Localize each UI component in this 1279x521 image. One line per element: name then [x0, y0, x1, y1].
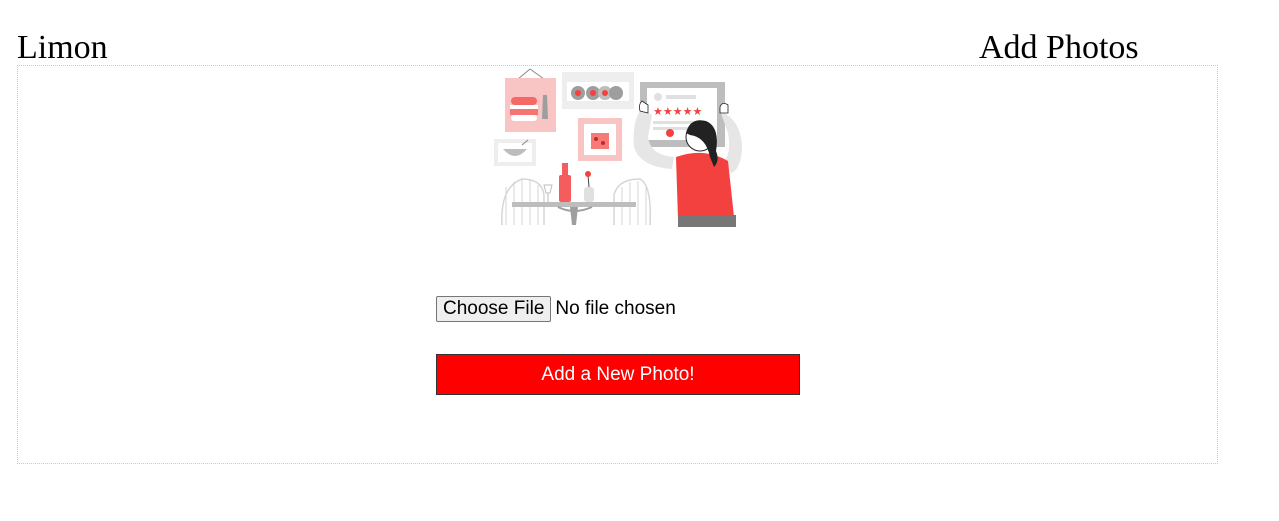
- file-input[interactable]: Choose File No file chosen: [436, 296, 676, 322]
- file-status-text: No file chosen: [555, 298, 676, 319]
- choose-file-button[interactable]: Choose File: [436, 296, 552, 322]
- restaurant-review-illustration: ★★★★★: [494, 68, 742, 227]
- page-title: Add Photos: [979, 29, 1139, 66]
- burger-picture-frame: [505, 68, 556, 132]
- add-photo-button[interactable]: Add a New Photo!: [436, 354, 800, 395]
- sushi-picture-frame: [562, 72, 634, 109]
- bowl-picture-frame: [494, 139, 536, 166]
- dining-table: [501, 163, 652, 226]
- rating-stars: ★★★★★: [653, 105, 702, 118]
- cake-picture-frame: [578, 118, 622, 161]
- brand-title: Limon: [17, 29, 108, 66]
- svg-text:★★★★★: ★★★★★: [653, 105, 702, 118]
